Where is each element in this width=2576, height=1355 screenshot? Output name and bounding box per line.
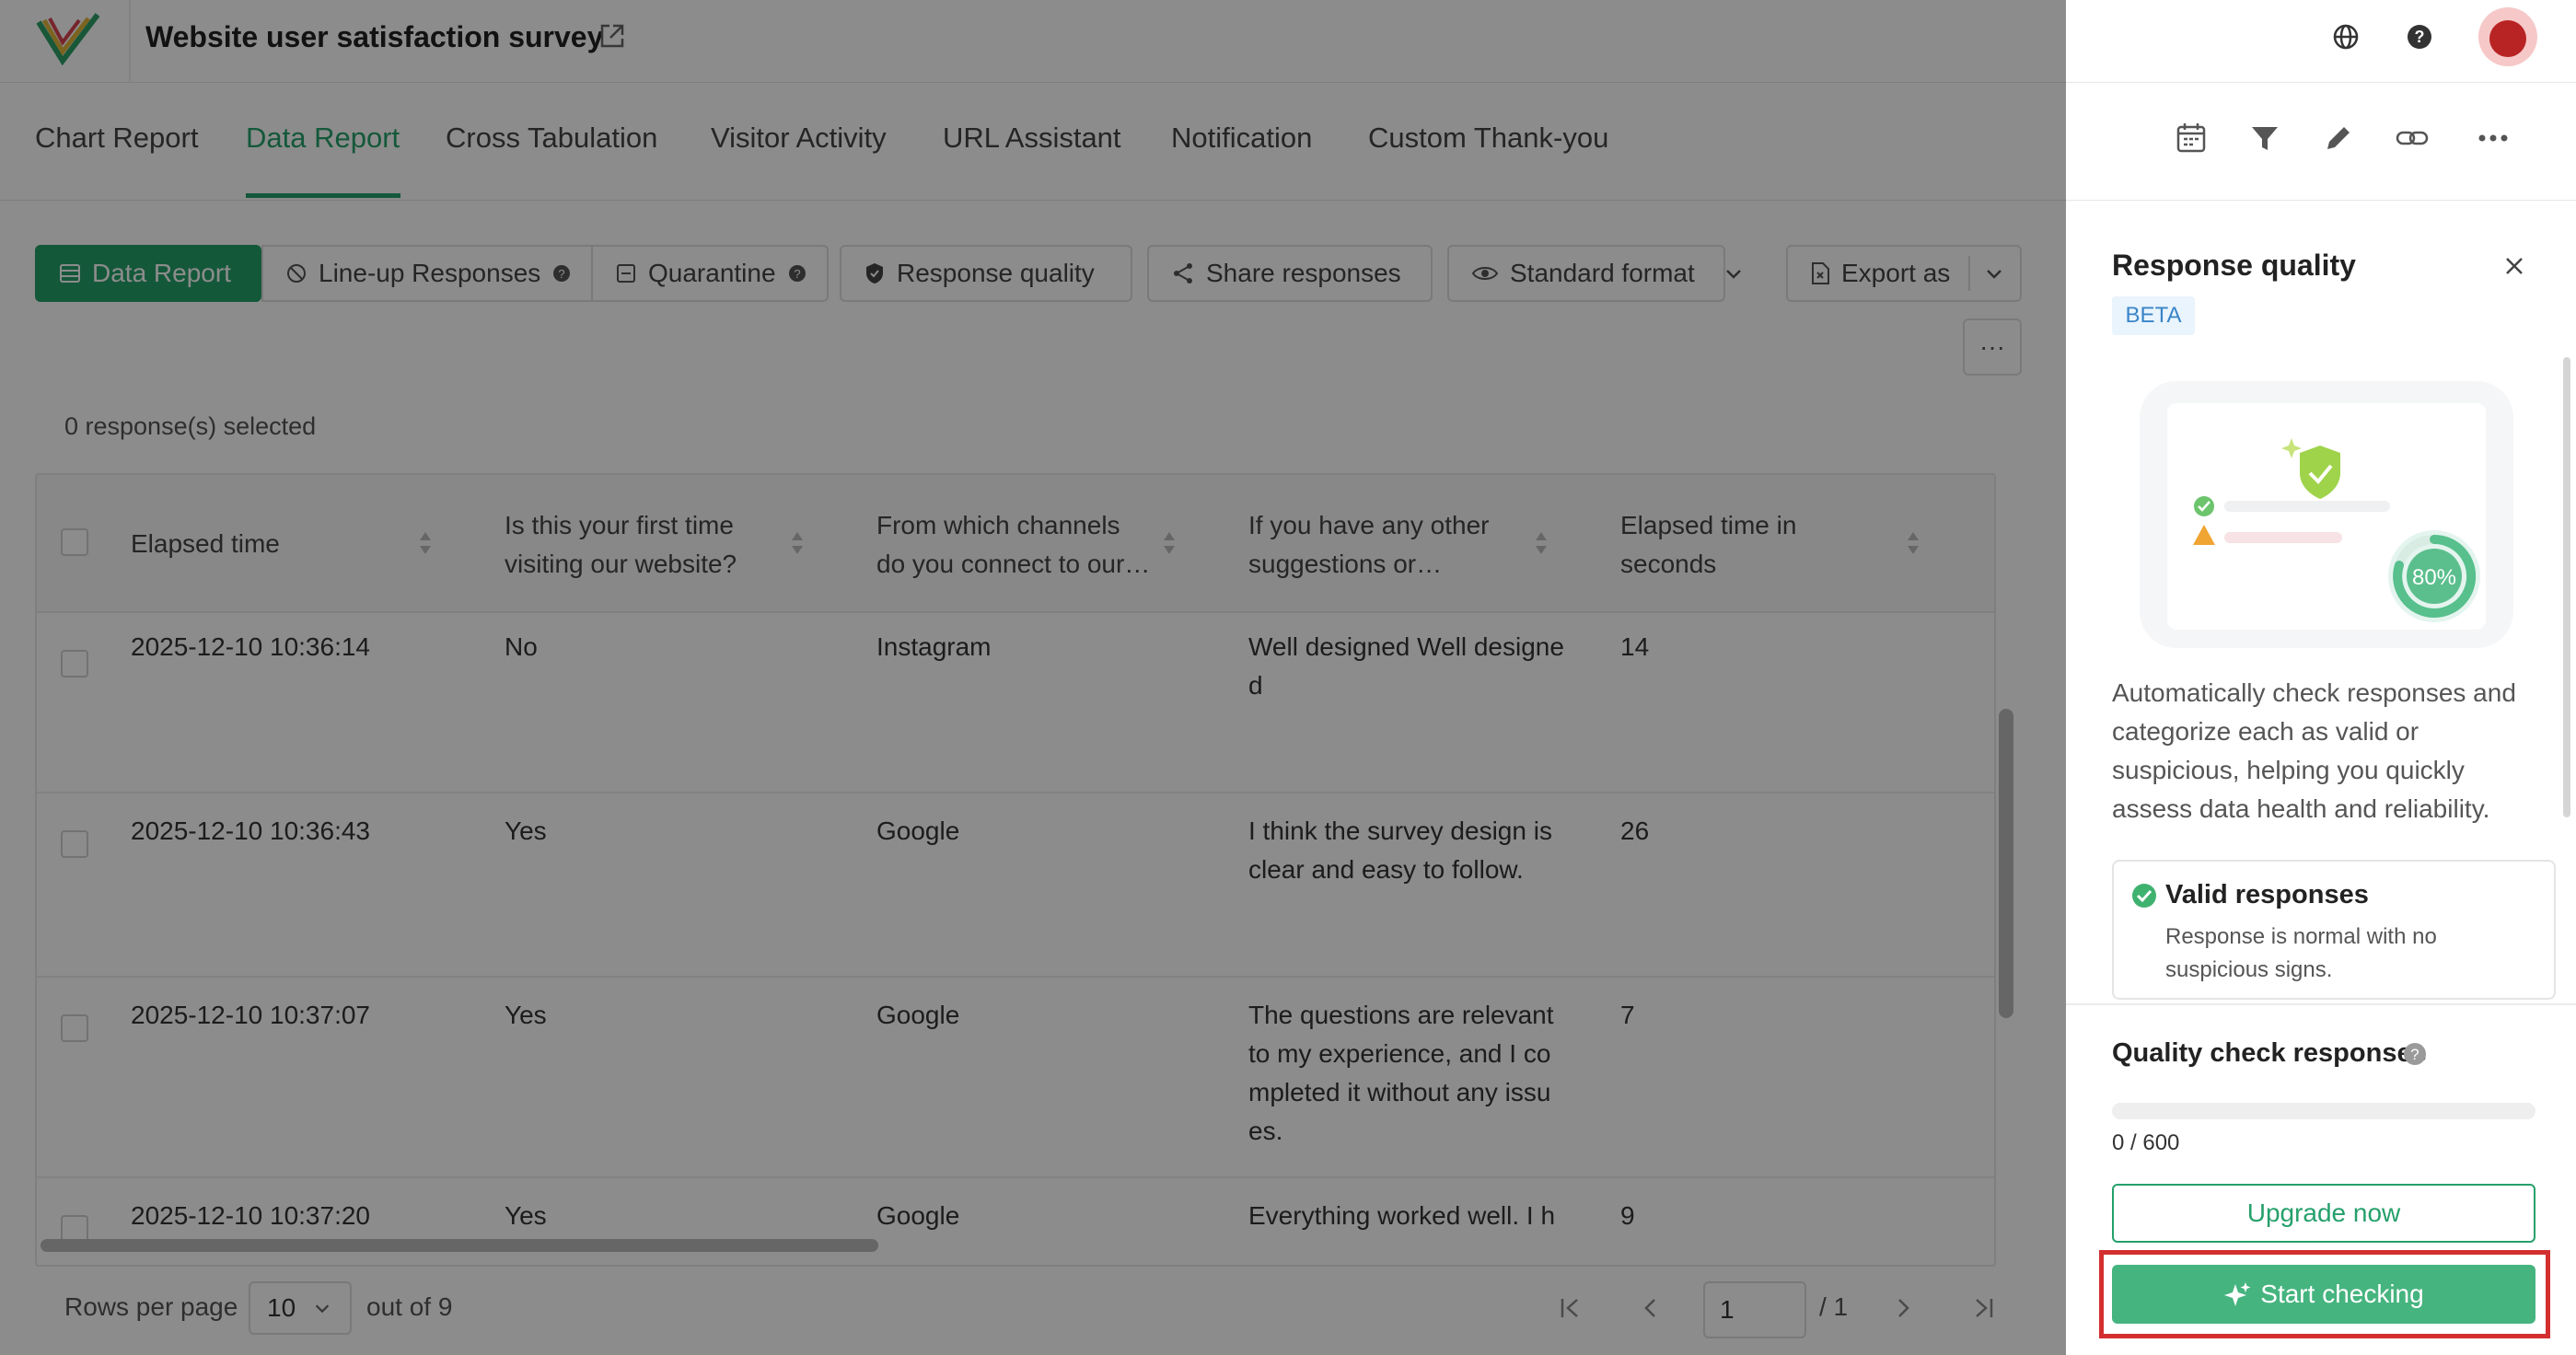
valid-responses-description: Response is normal with no suspicious si… <box>2165 924 2437 982</box>
link-icon[interactable] <box>2394 120 2431 156</box>
sparkle-icon <box>2224 1282 2251 1306</box>
panel-description: Automatically check responses and catego… <box>2112 678 2516 823</box>
help-icon[interactable]: ? <box>2401 1040 2429 1068</box>
beta-badge: BETA <box>2112 296 2195 335</box>
valid-responses-title: Valid responses <box>2165 880 2369 909</box>
svg-text:?: ? <box>2415 28 2425 46</box>
upgrade-now-button[interactable]: Upgrade now <box>2112 1184 2535 1243</box>
quality-percent-text: 80% <box>2412 565 2456 590</box>
more-icon[interactable] <box>2475 120 2512 156</box>
quality-check-progress <box>2112 1103 2535 1119</box>
modal-overlay[interactable] <box>0 0 2066 1355</box>
quality-check-label: Quality check responses <box>2112 1038 2427 1068</box>
calendar-icon[interactable] <box>2173 120 2210 156</box>
panel-scrollbar[interactable] <box>2563 357 2570 817</box>
response-quality-panel: Response quality BETA 80% Automatically … <box>2066 201 2576 1355</box>
quality-illustration: 80% <box>2140 381 2513 648</box>
start-checking-label: Start checking <box>2260 1280 2424 1308</box>
check-circle-icon <box>2132 884 2156 908</box>
start-checking-button[interactable]: Start checking <box>2112 1265 2535 1324</box>
globe-icon[interactable] <box>2329 20 2362 53</box>
panel-divider <box>2066 1003 2576 1005</box>
svg-text:?: ? <box>2410 1046 2419 1063</box>
filter-icon[interactable] <box>2246 120 2283 156</box>
help-icon[interactable]: ? <box>2403 20 2436 53</box>
panel-title: Response quality <box>2112 249 2356 282</box>
quality-check-count: 0 / 600 <box>2112 1130 2180 1155</box>
pencil-icon[interactable] <box>2320 120 2357 156</box>
avatar[interactable] <box>2478 7 2537 66</box>
valid-responses-card: Valid responses Response is normal with … <box>2112 860 2556 1000</box>
close-icon[interactable] <box>2499 250 2530 282</box>
